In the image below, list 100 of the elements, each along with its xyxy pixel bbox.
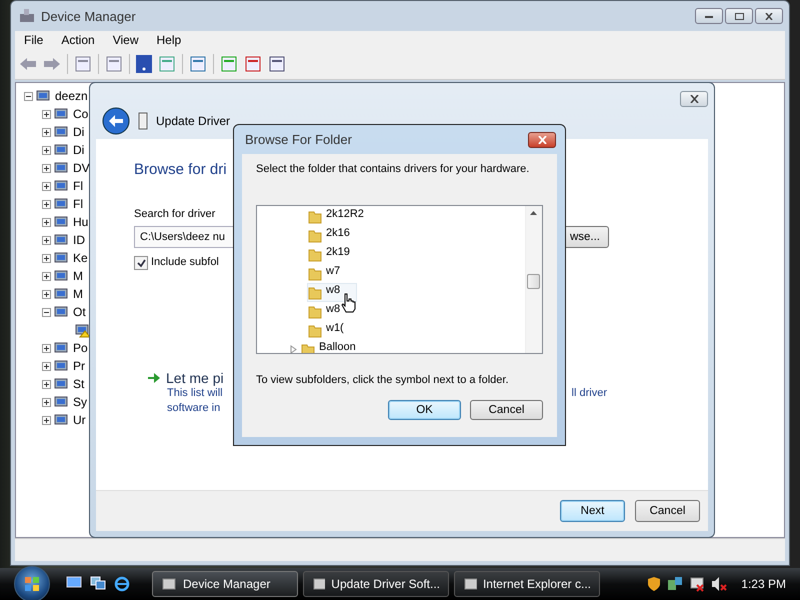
folder-item[interactable]: w8 — [307, 302, 525, 321]
close-button[interactable] — [755, 8, 783, 24]
folder-icon — [308, 266, 322, 280]
tree-item[interactable]: Co — [73, 107, 88, 121]
taskbar-button[interactable]: Update Driver Soft... — [303, 571, 449, 597]
close-button[interactable] — [680, 91, 708, 107]
shield-icon[interactable] — [647, 576, 662, 592]
minimize-button[interactable] — [695, 8, 723, 24]
folder-item[interactable]: 2k16 — [307, 226, 525, 245]
expand-icon[interactable] — [42, 146, 51, 154]
folder-item[interactable]: 2k12R2 — [307, 207, 525, 226]
windows-icon[interactable] — [90, 576, 106, 590]
browser-icon[interactable] — [114, 576, 130, 592]
collapse-icon[interactable] — [42, 308, 51, 316]
expand-icon[interactable] — [42, 110, 51, 118]
ok-button[interactable]: OK — [388, 400, 461, 420]
tree-item[interactable]: deezn — [55, 89, 88, 103]
collapse-icon[interactable] — [24, 92, 33, 100]
close-icon — [538, 136, 546, 144]
checkbox[interactable] — [134, 256, 148, 270]
tree-item[interactable]: Fl — [73, 179, 83, 193]
scrollbar-thumb[interactable] — [527, 274, 540, 289]
tree-item[interactable]: St — [73, 377, 84, 391]
window-title: Device Manager — [41, 8, 136, 24]
pick-link[interactable]: Let me pi — [166, 370, 224, 386]
scan-icon[interactable] — [189, 55, 207, 73]
properties-icon[interactable] — [105, 55, 123, 73]
expand-icon[interactable] — [42, 182, 51, 190]
tree-item[interactable]: Ot — [73, 305, 86, 319]
expand-icon[interactable] — [42, 164, 51, 172]
next-button[interactable]: Next — [560, 500, 625, 522]
folder-item[interactable]: 2k19 — [307, 245, 525, 264]
folder-item[interactable]: w7 — [307, 264, 525, 283]
tree-item[interactable]: DV — [73, 161, 90, 175]
folder-icon — [301, 342, 315, 353]
folder-item[interactable]: w1( — [307, 321, 525, 340]
tree-item[interactable]: Po — [73, 341, 88, 355]
arrow-icon — [148, 372, 160, 384]
expand-icon[interactable] — [42, 200, 51, 208]
tree-item[interactable]: M — [73, 287, 83, 301]
expand-icon[interactable] — [42, 236, 51, 244]
cancel-button[interactable]: Cancel — [470, 400, 543, 420]
tree-item[interactable]: Sy — [73, 395, 88, 409]
checkbox-label: Include subfol — [151, 256, 219, 268]
maximize-button[interactable] — [725, 8, 753, 24]
description-text: software in — [167, 401, 220, 416]
desktop-icon[interactable] — [66, 576, 82, 590]
expand-icon[interactable] — [42, 344, 51, 352]
expand-icon[interactable] — [42, 272, 51, 280]
minimize-icon — [705, 14, 713, 18]
expand-icon[interactable] — [42, 254, 51, 262]
folder-icon — [308, 304, 322, 318]
back-icon[interactable] — [102, 107, 130, 135]
disable-device-icon[interactable] — [244, 55, 262, 73]
close-icon — [765, 12, 773, 20]
folder-icon — [308, 324, 322, 338]
expand-icon[interactable] — [42, 290, 51, 298]
menu-item[interactable]: Help — [148, 33, 190, 47]
tree-item[interactable]: M — [73, 269, 83, 283]
network-icon[interactable] — [667, 576, 684, 592]
tree-item[interactable]: Di — [73, 125, 84, 139]
tree-item[interactable]: Ke — [73, 251, 88, 265]
expand-icon[interactable] — [42, 416, 51, 424]
folder-item[interactable]: w8 — [307, 283, 357, 302]
tree-item[interactable]: Hu — [73, 215, 88, 229]
taskbar-button[interactable]: Internet Explorer c... — [454, 571, 600, 597]
menu-item[interactable]: File — [15, 33, 52, 47]
wizard-heading: Browse for dri — [134, 161, 227, 178]
scroll-up-icon[interactable] — [530, 211, 537, 215]
folder-icon — [308, 210, 322, 224]
menu-item[interactable]: View — [104, 33, 148, 47]
tree-item[interactable]: ID — [73, 233, 85, 247]
expand-icon[interactable] — [42, 380, 51, 388]
tree-item[interactable]: Di — [73, 143, 84, 157]
scrollbar[interactable] — [525, 206, 542, 353]
start-button[interactable] — [14, 566, 50, 600]
uninstall-icon[interactable] — [268, 55, 286, 73]
tree-item[interactable]: Pr — [73, 359, 85, 373]
panel-icon[interactable] — [74, 55, 92, 73]
tree-item[interactable]: Fl — [73, 197, 83, 211]
update-driver-icon[interactable] — [220, 55, 238, 73]
expand-icon[interactable] — [42, 128, 51, 136]
muted-speaker-icon[interactable] — [711, 576, 728, 592]
network-icon[interactable] — [689, 576, 706, 592]
clock: 1:23 PM — [741, 577, 786, 591]
tree-item[interactable]: Ur — [73, 413, 86, 427]
expand-icon[interactable] — [42, 398, 51, 406]
app-icon — [312, 576, 326, 592]
help-icon[interactable] — [136, 55, 152, 73]
device-icon — [138, 112, 148, 130]
computer-icon — [19, 8, 35, 24]
expand-icon[interactable] — [42, 218, 51, 226]
close-button[interactable] — [528, 132, 556, 148]
menu-item[interactable]: Action — [52, 33, 104, 47]
cancel-button[interactable]: Cancel — [635, 500, 700, 522]
folder-item[interactable]: Balloon — [289, 340, 525, 353]
expand-icon[interactable] — [42, 362, 51, 370]
taskbar-button[interactable]: Device Manager — [152, 571, 298, 597]
folder-icon — [308, 286, 322, 300]
folder-icon — [308, 228, 322, 242]
